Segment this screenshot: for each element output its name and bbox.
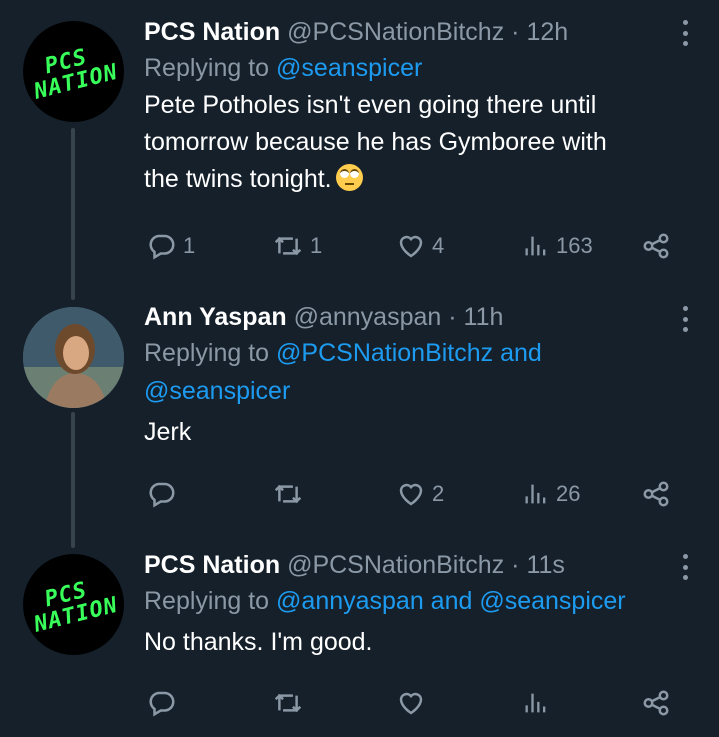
heart-icon [399, 692, 423, 715]
retweet-button[interactable]: 1 [272, 231, 322, 261]
timestamp[interactable]: 11h [464, 303, 504, 331]
mention-link[interactable]: @seanspicer [144, 377, 290, 405]
display-name[interactable]: PCS Nation [144, 551, 280, 579]
replying-to: Replying to @PCSNationBitchz and [144, 339, 542, 367]
avatar[interactable]: PCS NATION [23, 554, 124, 655]
views-button[interactable]: 163 [522, 231, 593, 261]
user-handle[interactable]: @PCSNationBitchz [287, 18, 504, 46]
reply-icon [149, 234, 175, 260]
avatar[interactable]: PCS NATION [23, 21, 124, 122]
like-button[interactable] [396, 688, 432, 718]
views-button[interactable] [522, 688, 556, 718]
retweet-icon [274, 236, 302, 256]
reply-count: 1 [183, 233, 196, 258]
mention-link[interactable]: @seanspicer [276, 54, 422, 82]
timestamp[interactable]: 11s [526, 551, 564, 579]
reply-icon [149, 482, 175, 508]
replying-to: Replying to @annyaspan and @seanspicer [144, 587, 626, 615]
share-icon [643, 481, 669, 507]
tweet-header: PCS Nation @PCSNationBitchz · 11s [144, 548, 689, 582]
view-count: 26 [556, 481, 581, 506]
tweet-2[interactable]: Ann Yaspan @annyaspan · 11h Replying to … [0, 290, 719, 540]
analytics-icon [525, 693, 546, 713]
tweet-1[interactable]: PCS NATION PCS Nation @PCSNationBitchz ·… [0, 0, 719, 290]
separator-dot: · [511, 551, 520, 579]
like-count: 4 [432, 233, 445, 258]
retweet-button[interactable] [272, 688, 310, 718]
replying-to-cont: @seanspicer [144, 372, 689, 410]
analytics-icon [525, 236, 546, 256]
like-count: 2 [432, 481, 445, 506]
retweet-count: 1 [310, 233, 323, 258]
share-button[interactable] [641, 231, 671, 261]
tweet-text: Jerk [144, 418, 192, 446]
views-button[interactable]: 26 [522, 479, 580, 509]
tweet-header: PCS Nation @PCSNationBitchz · 12h [144, 15, 689, 49]
more-options-icon[interactable] [681, 306, 689, 332]
retweet-icon [274, 484, 302, 504]
tweet-3[interactable]: PCS NATION PCS Nation @PCSNationBitchz ·… [0, 540, 719, 737]
rolling-eyes-emoji [335, 164, 363, 191]
heart-icon [399, 483, 423, 506]
reply-icon [149, 691, 175, 717]
separator-dot: · [448, 303, 457, 331]
tweet-header: Ann Yaspan @annyaspan · 11h [144, 300, 689, 334]
like-button[interactable]: 2 [396, 479, 444, 509]
reply-button[interactable] [147, 479, 183, 509]
retweet-icon [274, 693, 302, 713]
like-button[interactable]: 4 [396, 231, 444, 261]
share-icon [643, 690, 669, 716]
reply-button[interactable] [147, 688, 183, 718]
avatar[interactable] [23, 307, 124, 408]
display-name[interactable]: PCS Nation [144, 18, 280, 46]
share-button[interactable] [641, 479, 671, 509]
timestamp[interactable]: 12h [526, 18, 568, 46]
mention-link[interactable]: @annyaspan and @seanspicer [276, 587, 626, 615]
profile-photo [23, 307, 124, 408]
pcs-nation-logo: PCS NATION [31, 44, 121, 105]
tweet-text: No thanks. I'm good. [144, 628, 373, 656]
retweet-button[interactable] [272, 479, 310, 509]
heart-icon [399, 235, 423, 258]
reply-button[interactable]: 1 [147, 231, 195, 261]
share-button[interactable] [641, 688, 671, 718]
mention-link[interactable]: @PCSNationBitchz and [276, 339, 542, 367]
more-options-icon[interactable] [681, 20, 689, 46]
separator-dot: · [511, 18, 520, 46]
user-handle[interactable]: @annyaspan [294, 303, 442, 331]
more-options-icon[interactable] [681, 554, 689, 580]
analytics-icon [525, 484, 546, 504]
replying-to: Replying to @seanspicer [144, 54, 423, 82]
tweet-text: Pete Potholes isn't even going there unt… [144, 91, 607, 193]
share-icon [643, 233, 669, 259]
pcs-nation-logo: PCS NATION [31, 577, 121, 638]
user-handle[interactable]: @PCSNationBitchz [287, 551, 504, 579]
display-name[interactable]: Ann Yaspan [144, 303, 287, 331]
view-count: 163 [556, 233, 593, 258]
